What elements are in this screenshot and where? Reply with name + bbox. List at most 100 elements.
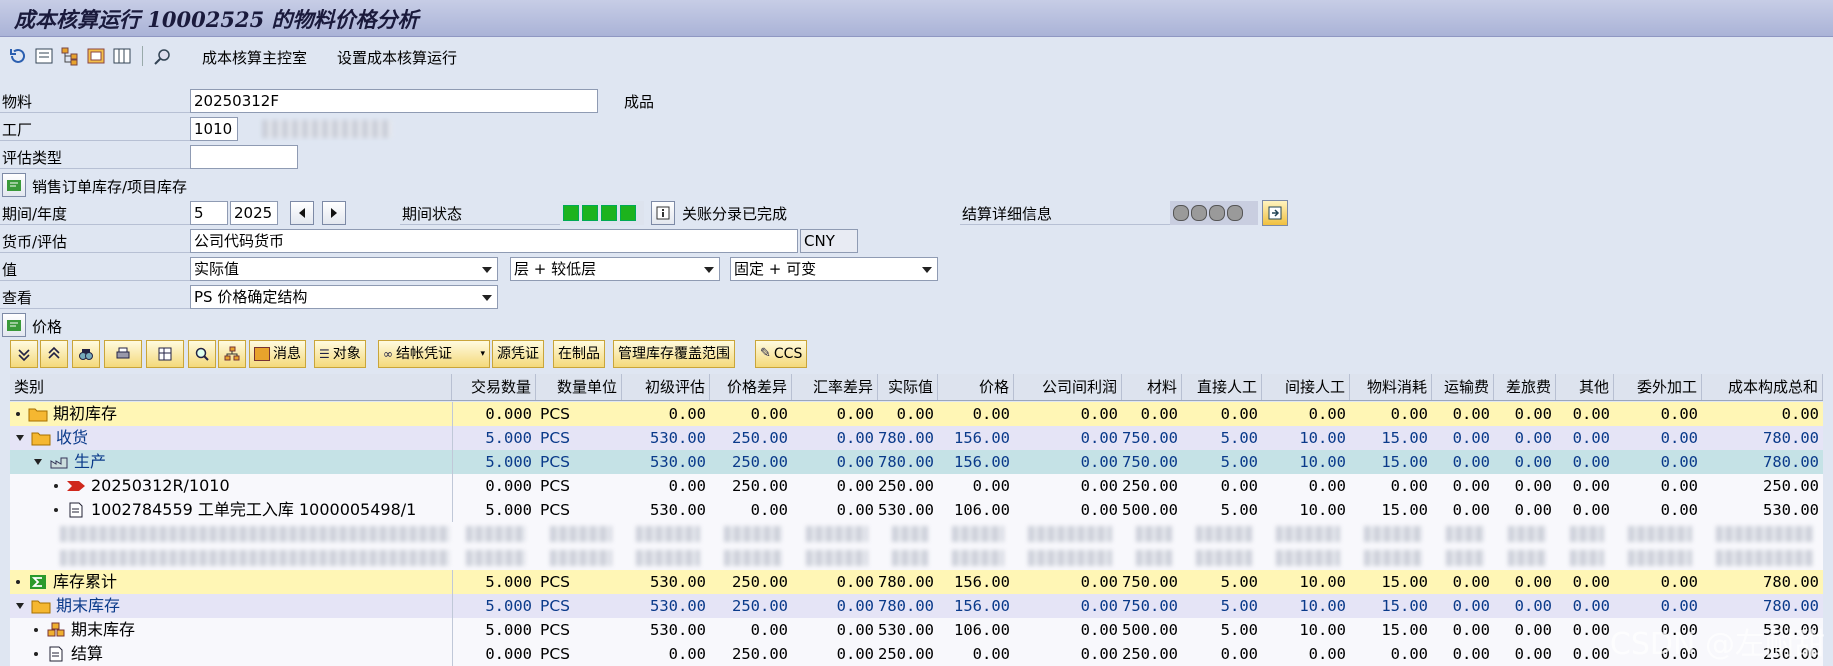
column-header[interactable]: 价格 [938, 374, 1014, 400]
redacted-text [724, 526, 782, 542]
columns-icon[interactable] [112, 46, 132, 66]
value-label: 值 [2, 261, 18, 279]
table-row[interactable]: 生产 5.000 PCS 530.00 250.00 0.00 780.00 156.00 0.… [10, 450, 1823, 474]
column-header[interactable]: 直接人工 [1182, 374, 1262, 400]
hierarchy-icon[interactable] [60, 46, 80, 66]
view-select[interactable]: PS 价格确定结构 [190, 285, 498, 309]
costing-cockpit-link[interactable]: 成本核算主控室 [202, 47, 307, 68]
column-header[interactable]: 公司间利润 [1014, 374, 1122, 400]
messages-button[interactable]: 消息 [249, 340, 306, 368]
form-view-icon[interactable] [34, 46, 54, 66]
table-cell: 750.00 [1122, 573, 1178, 591]
table-cell: 250.00 [732, 597, 788, 615]
table-row[interactable]: 20250312R/1010 0.000 PCS 0.00 250.00 0.00 250.… [10, 474, 1823, 498]
tree-node[interactable]: 期末库存 [34, 618, 135, 642]
table-row[interactable]: 期末库存 5.000 PCS 530.00 250.00 0.00 780.00 156.00… [10, 594, 1823, 618]
price-section-toggle-button[interactable] [2, 313, 26, 337]
column-header[interactable]: 差旅费 [1494, 374, 1556, 400]
table-cell: 0.00 [1452, 453, 1490, 471]
column-header[interactable]: 类别 [10, 374, 452, 400]
year-field[interactable]: 2025 [230, 201, 278, 225]
tree-node[interactable]: 1002784559 工单完工入库 1000005498/1 [54, 498, 416, 522]
column-header[interactable]: 实际值 [878, 374, 938, 400]
document-icon [46, 646, 66, 662]
fixed-variable-select[interactable]: 固定 + 可变 [730, 257, 938, 281]
table-cell: 10.00 [1299, 501, 1346, 519]
column-header[interactable]: 初级评估 [622, 374, 710, 400]
level-select[interactable]: 层 + 较低层 [510, 257, 720, 281]
level-select-text: 层 + 较低层 [514, 260, 597, 278]
display-icon[interactable] [152, 46, 172, 66]
sales-stock-toggle-button[interactable] [2, 173, 26, 197]
table-cell: 250.00 [732, 429, 788, 447]
column-header[interactable]: 交易数量 [452, 374, 536, 400]
table-row[interactable]: 收货 5.000 PCS 530.00 250.00 0.00 780.00 156.00 0.… [10, 426, 1823, 450]
column-header[interactable]: 价格差异 [710, 374, 792, 400]
layout-icon[interactable] [86, 46, 106, 66]
structure-icon[interactable] [218, 340, 246, 368]
closing-document-button[interactable]: ∞ 结帐凭证 ▾ [378, 340, 490, 368]
table-row[interactable]: 期末库存 5.000 PCS 530.00 0.00 0.00 530.00 106.00 0.… [10, 618, 1823, 642]
wip-label: 在制品 [558, 346, 600, 362]
table-cell: 0.00 [1452, 501, 1490, 519]
tree-node[interactable]: 库存累计 [16, 570, 117, 594]
ccs-button[interactable]: ✎ CCS [755, 340, 808, 368]
setup-costing-run-link[interactable]: 设置成本核算运行 [337, 47, 457, 68]
collapse-icon[interactable] [40, 340, 68, 368]
previous-period-button[interactable] [290, 201, 314, 225]
stock-coverage-button[interactable]: 管理库存覆盖范围 [613, 340, 735, 368]
redacted-row [10, 522, 1823, 546]
view-select-text: PS 价格确定结构 [194, 288, 308, 306]
valuation-type-field[interactable] [190, 145, 298, 169]
period-field[interactable]: 5 [190, 201, 228, 225]
print-icon[interactable] [104, 340, 142, 368]
table-cell: 0.00 [750, 501, 788, 519]
source-document-label: 源凭证 [497, 346, 539, 362]
column-header[interactable]: 成本构成总和 [1702, 374, 1823, 400]
source-document-button[interactable]: 源凭证 [492, 340, 544, 368]
zoom-icon[interactable] [188, 340, 216, 368]
expand-triangle-icon[interactable] [34, 459, 42, 465]
table-cell: 0.00 [668, 405, 706, 423]
next-period-button[interactable] [322, 201, 346, 225]
column-header[interactable]: 材料 [1122, 374, 1182, 400]
table-cell: 780.00 [878, 597, 934, 615]
info-icon[interactable] [651, 201, 675, 225]
column-header[interactable]: 运输费 [1432, 374, 1494, 400]
table-cell: 0.00 [1660, 477, 1698, 495]
table-cell: 5.00 [1220, 573, 1258, 591]
tree-node[interactable]: 生产 [34, 450, 106, 474]
table-row[interactable]: 1002784559 工单完工入库 1000005498/1 5.000 PCS 53… [10, 498, 1823, 522]
column-header[interactable]: 委外加工 [1614, 374, 1702, 400]
expand-icon[interactable] [10, 340, 38, 368]
refresh-icon[interactable] [8, 46, 28, 66]
column-header[interactable]: 汇率差异 [792, 374, 878, 400]
plant-field[interactable]: 1010 [190, 117, 238, 141]
tree-node[interactable]: 期末库存 [16, 594, 120, 618]
tree-node[interactable]: 期初库存 [16, 402, 117, 426]
table-row[interactable]: 库存累计 5.000 PCS 530.00 250.00 0.00 780.00 156.00… [10, 570, 1823, 594]
currency-field[interactable]: 公司代码货币 [190, 229, 798, 253]
expand-triangle-icon[interactable] [16, 435, 24, 441]
column-header[interactable]: 间接人工 [1262, 374, 1350, 400]
tree-node[interactable]: 结算 [34, 642, 103, 666]
expand-triangle-icon[interactable] [16, 603, 24, 609]
value-select[interactable]: 实际值 [190, 257, 498, 281]
table-row[interactable]: 期初库存 0.000 PCS 0.00 0.00 0.00 0.00 0.00 0.00 0.00… [10, 402, 1823, 426]
settlement-status-lights [1170, 201, 1258, 225]
tree-node[interactable]: 20250312R/1010 [54, 474, 230, 498]
column-header[interactable]: 数量单位 [536, 374, 622, 400]
material-field[interactable]: 20250312F [190, 89, 598, 113]
object-button[interactable]: ☰ 对象 [314, 340, 366, 368]
wip-button[interactable]: 在制品 [553, 340, 605, 368]
column-header[interactable]: 其他 [1556, 374, 1614, 400]
column-header[interactable]: 物料消耗 [1350, 374, 1432, 400]
tree-node[interactable]: 收货 [16, 426, 88, 450]
find-icon[interactable] [72, 340, 100, 368]
table-cell: PCS [540, 477, 571, 495]
table-row[interactable]: 结算 0.000 PCS 0.00 250.00 0.00 250.00 0.00 0.00 25… [10, 642, 1823, 666]
status-light-gray-icon [1173, 205, 1189, 221]
status-light-gray-icon [1227, 205, 1243, 221]
layout-grid-icon[interactable] [146, 340, 184, 368]
settlement-detail-button[interactable] [1262, 200, 1288, 226]
